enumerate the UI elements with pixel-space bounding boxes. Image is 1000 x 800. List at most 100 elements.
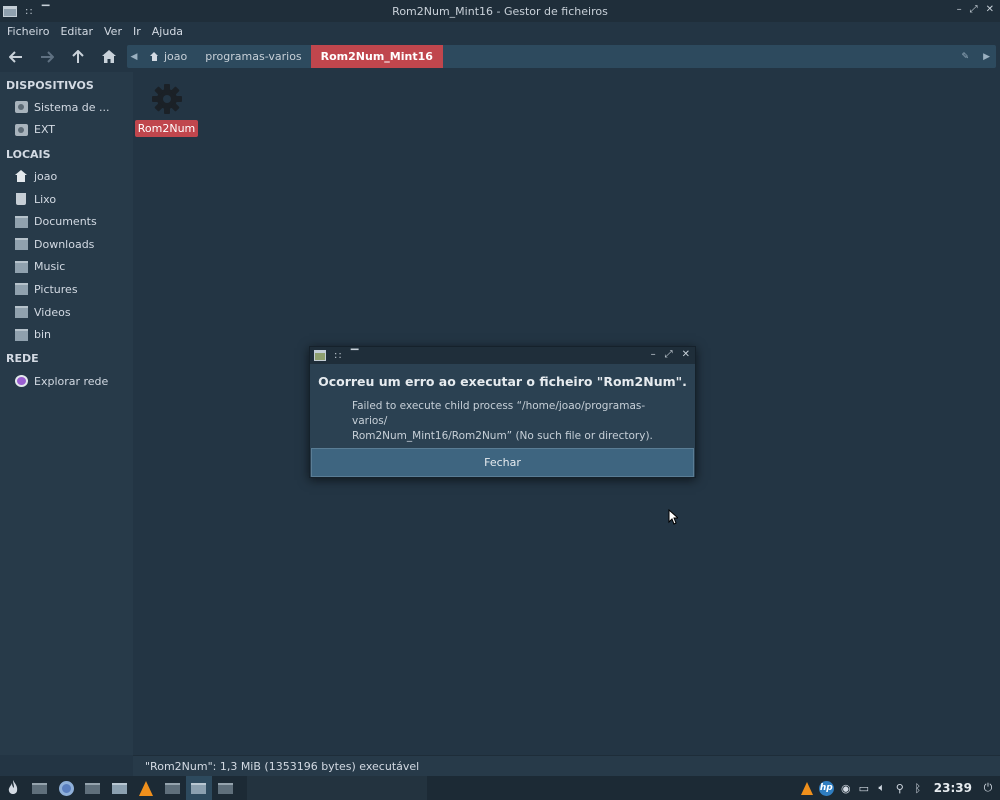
task-terminal[interactable] bbox=[80, 776, 107, 800]
task-file-manager[interactable] bbox=[106, 776, 133, 800]
folder-icon bbox=[15, 260, 28, 273]
file-manager-icon bbox=[191, 782, 207, 794]
dialog-message: Failed to execute child process “/home/j… bbox=[352, 399, 672, 444]
vlc-tray-icon[interactable] bbox=[800, 781, 813, 795]
crumb-label: joao bbox=[164, 50, 188, 63]
task-vlc[interactable] bbox=[133, 776, 160, 800]
shade-icon[interactable]: ▔ bbox=[42, 6, 51, 17]
dialog-titlebar[interactable]: :: ▔ – ⤢ ✕ bbox=[310, 347, 695, 364]
crumb-programas-varios[interactable]: programas-varios bbox=[196, 45, 310, 68]
mouse-cursor-icon bbox=[668, 509, 678, 525]
sidebar-item-sistema[interactable]: Sistema de ... bbox=[0, 96, 133, 119]
sticky-icon[interactable]: :: bbox=[334, 350, 343, 361]
app-icon[interactable] bbox=[3, 5, 17, 17]
display-icon[interactable]: ▭ bbox=[858, 782, 870, 795]
dialog-message-line: Rom2Num_Mint16/Rom2Num” (No such file or… bbox=[352, 430, 653, 442]
power-icon[interactable]: ⏻ bbox=[982, 781, 994, 794]
network-icon[interactable]: ◉ bbox=[840, 782, 852, 795]
sidebar-item-label: EXT bbox=[34, 123, 56, 137]
crumb-joao[interactable]: joao bbox=[141, 45, 196, 68]
menu-button[interactable] bbox=[0, 776, 27, 800]
task-file-manager-active[interactable] bbox=[185, 776, 212, 800]
trash-icon bbox=[16, 193, 26, 206]
folder-icon bbox=[15, 328, 28, 341]
sidebar-heading-dispositivos: DISPOSITIVOS bbox=[6, 78, 94, 92]
dialog-message-line: Failed to execute child process “/home/j… bbox=[352, 400, 646, 427]
sticky-icon[interactable]: :: bbox=[25, 6, 34, 17]
system-tray: hp ◉ ▭ 🔈︎ ⚲ ᛒ 23:39 ⏻ bbox=[800, 780, 1000, 796]
menu-ficheiro[interactable]: Ficheiro bbox=[7, 25, 49, 38]
up-button[interactable] bbox=[62, 41, 93, 72]
task-chrome[interactable] bbox=[53, 776, 80, 800]
volume-icon[interactable]: 🔈︎ bbox=[876, 781, 888, 794]
close-icon[interactable]: ✕ bbox=[986, 4, 994, 15]
back-button[interactable] bbox=[0, 41, 31, 72]
file-name: Rom2Num bbox=[134, 120, 199, 137]
path-scroll-left-icon[interactable]: ◀ bbox=[127, 52, 141, 62]
sidebar-item-label: Downloads bbox=[34, 237, 95, 251]
menu-ajuda[interactable]: Ajuda bbox=[152, 25, 183, 38]
menu-ir[interactable]: Ir bbox=[133, 25, 141, 38]
sidebar-item-ext[interactable]: EXT bbox=[0, 119, 133, 142]
sidebar-item-label: bin bbox=[34, 328, 52, 342]
taskbar: hp ◉ ▭ 🔈︎ ⚲ ᛒ 23:39 ⏻ bbox=[0, 776, 1000, 800]
maximize-icon[interactable]: ⤢ bbox=[665, 349, 673, 360]
clock[interactable]: 23:39 bbox=[934, 781, 972, 795]
arrow-up-icon bbox=[71, 49, 84, 63]
sidebar-item-joao[interactable]: joao bbox=[0, 165, 133, 188]
menubar: Ficheiro Editar Ver Ir Ajuda bbox=[0, 22, 1000, 41]
edit-path-icon[interactable]: ✎ bbox=[962, 52, 970, 62]
drive-icon bbox=[15, 101, 28, 114]
dialog-heading: Ocorreu um erro ao executar o ficheiro "… bbox=[318, 374, 687, 389]
sidebar-item-label: Videos bbox=[34, 305, 71, 319]
terminal-icon bbox=[85, 782, 101, 794]
sidebar-item-lixo[interactable]: Lixo bbox=[0, 188, 133, 211]
task-terminal[interactable] bbox=[159, 776, 186, 800]
app-icon[interactable] bbox=[314, 350, 326, 361]
sidebar-item-label: Sistema de ... bbox=[34, 100, 110, 114]
folder-icon bbox=[15, 283, 28, 296]
taskbar-window-list[interactable] bbox=[246, 776, 427, 800]
sidebar-heading-rede: REDE bbox=[6, 352, 39, 366]
error-dialog: :: ▔ – ⤢ ✕ Ocorreu um erro ao executar o… bbox=[309, 346, 696, 478]
window-titlebar[interactable]: :: ▔ Rom2Num_Mint16 - Gestor de ficheiro… bbox=[0, 0, 1000, 22]
close-button[interactable]: Fechar bbox=[311, 448, 694, 477]
task-terminal[interactable] bbox=[27, 776, 54, 800]
forward-button[interactable] bbox=[31, 41, 62, 72]
sidebar: DISPOSITIVOS Sistema de ... EXT LOCAIS j… bbox=[0, 72, 133, 755]
maximize-icon[interactable]: ⤢ bbox=[970, 4, 978, 15]
sidebar-item-documents[interactable]: Documents bbox=[0, 210, 133, 233]
sidebar-item-label: Pictures bbox=[34, 282, 78, 296]
vlc-icon bbox=[138, 780, 153, 796]
network-icon bbox=[15, 375, 28, 388]
menu-ver[interactable]: Ver bbox=[104, 25, 122, 38]
sidebar-item-videos[interactable]: Videos bbox=[0, 301, 133, 324]
path-scroll-right-icon[interactable]: ▶ bbox=[983, 52, 990, 62]
shade-icon[interactable]: ▔ bbox=[351, 350, 360, 361]
sidebar-item-downloads[interactable]: Downloads bbox=[0, 233, 133, 256]
breadcrumb: ◀ joao programas-varios Rom2Num_Mint16 ✎… bbox=[127, 45, 996, 68]
crumb-rom2num-mint16[interactable]: Rom2Num_Mint16 bbox=[310, 45, 443, 68]
home-icon bbox=[101, 50, 116, 63]
crumb-label: programas-varios bbox=[205, 50, 302, 63]
minimize-icon[interactable]: – bbox=[957, 4, 962, 15]
minimize-icon[interactable]: – bbox=[651, 349, 656, 360]
sidebar-item-bin[interactable]: bin bbox=[0, 323, 133, 346]
task-terminal[interactable] bbox=[212, 776, 239, 800]
status-text: "Rom2Num": 1,3 MiB (1353196 bytes) execu… bbox=[145, 759, 420, 773]
status-bar: "Rom2Num": 1,3 MiB (1353196 bytes) execu… bbox=[133, 755, 1000, 776]
menu-icon bbox=[9, 780, 18, 794]
file-item-rom2num[interactable]: Rom2Num bbox=[134, 82, 199, 137]
bluetooth-icon[interactable]: ᛒ bbox=[912, 782, 924, 795]
close-icon[interactable]: ✕ bbox=[682, 349, 690, 360]
clip-icon[interactable]: ⚲ bbox=[894, 782, 906, 795]
sidebar-item-explorar-rede[interactable]: Explorar rede bbox=[0, 370, 133, 393]
home-button[interactable] bbox=[93, 41, 124, 72]
sidebar-item-music[interactable]: Music bbox=[0, 256, 133, 279]
sidebar-item-pictures[interactable]: Pictures bbox=[0, 278, 133, 301]
sidebar-item-label: Explorar rede bbox=[34, 374, 109, 388]
menu-editar[interactable]: Editar bbox=[60, 25, 93, 38]
arrow-left-icon bbox=[8, 50, 22, 63]
terminal-icon bbox=[217, 782, 233, 794]
hp-icon[interactable]: hp bbox=[818, 780, 834, 796]
